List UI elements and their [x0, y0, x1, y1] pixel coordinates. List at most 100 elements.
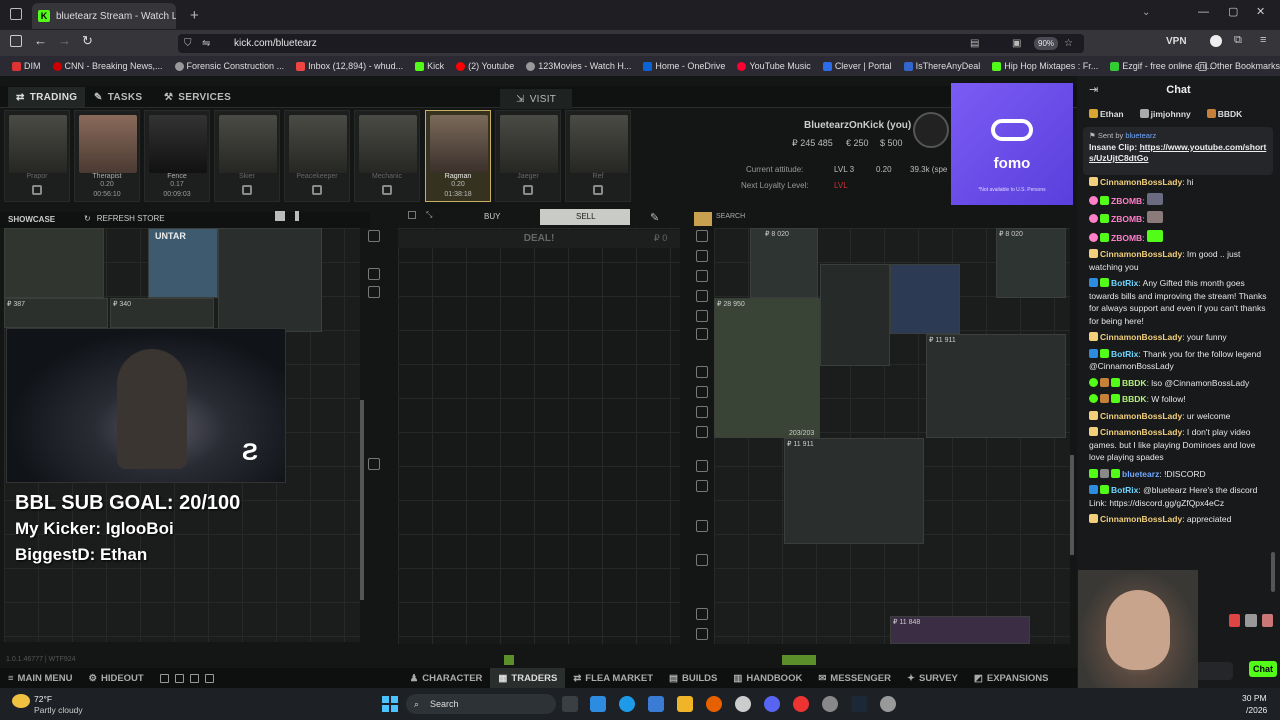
filter-gear-icon[interactable]: [368, 286, 380, 298]
helmet-item[interactable]: ₽ 387: [4, 298, 108, 328]
buy-tab[interactable]: BUY: [484, 212, 500, 221]
player-icon[interactable]: [174, 673, 184, 683]
handbook-button[interactable]: ▥ HANDBOOK: [725, 668, 810, 688]
tab-list-icon[interactable]: [10, 8, 22, 20]
wrench-icon[interactable]: ✎: [650, 211, 659, 224]
filter-container-icon[interactable]: [696, 460, 708, 472]
filter-doc-icon[interactable]: [368, 458, 380, 470]
filter-weapon-icon[interactable]: [696, 250, 708, 262]
chest-rig-item[interactable]: ₽ 11 911: [926, 334, 1066, 438]
gifter[interactable]: jimjohnny: [1139, 109, 1191, 119]
main-menu-button[interactable]: ≡ MAIN MENU: [0, 668, 80, 688]
flea-market-button[interactable]: ⇄ FLEA MARKET: [565, 668, 661, 688]
copilot-icon[interactable]: [590, 696, 606, 712]
permissions-icon[interactable]: ⇋: [202, 34, 210, 53]
expansions-button[interactable]: ◩ EXPANSIONS: [966, 668, 1057, 688]
refresh-store-button[interactable]: ↻ REFRESH STORE: [84, 214, 165, 223]
zoom-level[interactable]: 90%: [1034, 37, 1059, 50]
armor-vest-item[interactable]: ₽ 28 950 203/203: [714, 298, 820, 438]
app-icon[interactable]: [822, 696, 838, 712]
messenger-button[interactable]: ✉ MESSENGER: [810, 668, 899, 688]
deal-button[interactable]: DEAL!: [398, 230, 680, 248]
filter-sight-icon[interactable]: [696, 426, 708, 438]
filter-knife-icon[interactable]: [696, 270, 708, 282]
bookmarks-overflow-icon[interactable]: »: [1180, 60, 1185, 70]
bookmark-item[interactable]: Hip Hop Mixtapes : Fr...: [992, 61, 1098, 71]
rig-item[interactable]: [218, 228, 322, 332]
bookmark-item[interactable]: (2) Youtube: [456, 61, 514, 71]
chat-send-button[interactable]: Chat: [1249, 661, 1277, 677]
trader-card-therapist[interactable]: Therapist 0.20 00:56:10: [74, 110, 140, 202]
bag-item[interactable]: ₽ 340: [110, 298, 214, 328]
url-input[interactable]: ⛉ ⇋ kick.com/bluetearz ▤ ▣ 90% ☆: [178, 34, 1084, 53]
deal-area[interactable]: [398, 228, 680, 644]
discord-icon[interactable]: [764, 696, 780, 712]
trader-card-skier[interactable]: Skier: [214, 110, 280, 202]
taskbar-search[interactable]: ⌕ Search: [406, 694, 556, 714]
filter-gear-icon[interactable]: [696, 310, 708, 322]
taskbar-time[interactable]: 30 PM: [1242, 693, 1267, 703]
bookmark-item[interactable]: YouTube Music: [737, 61, 811, 71]
stash-search-icon[interactable]: [694, 212, 712, 226]
bookmark-item[interactable]: Clever | Portal: [822, 61, 892, 71]
builds-button[interactable]: ▤ BUILDS: [661, 668, 725, 688]
list-view-icon[interactable]: [295, 211, 299, 221]
emote-icon[interactable]: [1245, 614, 1257, 627]
youtube-icon[interactable]: [793, 696, 809, 712]
filter-all-icon[interactable]: [368, 230, 380, 242]
survey-button[interactable]: ✦ SURVEY: [899, 668, 966, 688]
firefox-icon[interactable]: [706, 696, 722, 712]
extensions-puzzle-icon[interactable]: ⧉: [1234, 34, 1242, 47]
gifter[interactable]: BBDK: [1206, 109, 1242, 119]
reload-icon[interactable]: ↻: [82, 33, 93, 49]
back-icon[interactable]: ←: [34, 33, 47, 48]
bookmark-item[interactable]: Home - OneDrive: [643, 61, 725, 71]
sell-tab[interactable]: SELL: [540, 209, 630, 225]
checkbox-icon[interactable]: [408, 211, 416, 219]
picture-in-picture-icon[interactable]: ▣: [1012, 34, 1021, 53]
filter-swap-icon[interactable]: [368, 268, 380, 280]
search-input[interactable]: SEARCH: [716, 213, 745, 220]
bookmark-item[interactable]: Kick: [415, 61, 444, 71]
trader-card-mechanic[interactable]: Mechanic: [354, 110, 420, 202]
file-explorer-icon[interactable]: [677, 696, 693, 712]
bookmark-item[interactable]: DIM: [12, 61, 41, 71]
add-icon[interactable]: [189, 673, 199, 683]
tab-overflow-chevron-icon[interactable]: ⌄: [1142, 7, 1150, 18]
trader-card-fence[interactable]: Fence 0.17 00:09:03: [144, 110, 210, 202]
weather-desc[interactable]: Partly cloudy: [34, 705, 83, 715]
filter-pin-icon[interactable]: [696, 608, 708, 620]
app-icon[interactable]: [735, 696, 751, 712]
filter-all-icon[interactable]: [696, 230, 708, 242]
windows-start-icon[interactable]: [382, 696, 398, 712]
showcase-scrollbar[interactable]: [360, 400, 364, 600]
hideout-button[interactable]: ⚙ HIDEOUT: [80, 668, 151, 688]
emote-icon[interactable]: [1229, 614, 1241, 627]
store-icon[interactable]: [648, 696, 664, 712]
new-tab-icon[interactable]: +: [190, 7, 199, 24]
minimize-icon[interactable]: —: [1198, 6, 1209, 18]
reader-view-icon[interactable]: ▤: [970, 34, 979, 53]
visit-button[interactable]: ⇲ VISIT: [500, 89, 573, 109]
filter-mods-icon[interactable]: [696, 366, 708, 378]
tab-services[interactable]: ⚒ SERVICES: [164, 87, 231, 107]
tab-tasks[interactable]: ✎ TASKS: [94, 87, 142, 107]
armor-vest-item[interactable]: [4, 228, 104, 298]
add-icon[interactable]: [204, 673, 214, 683]
gas-mask-item[interactable]: ₽ 8 020: [750, 228, 818, 298]
vpn-button[interactable]: VPN: [1166, 36, 1187, 47]
forward-icon[interactable]: →: [58, 33, 71, 48]
stash-scrollbar[interactable]: [1070, 455, 1074, 555]
filter-food-icon[interactable]: [696, 480, 708, 492]
grid-view-icon[interactable]: [275, 211, 285, 221]
filter-key-icon[interactable]: [696, 520, 708, 532]
trader-card-ref[interactable]: Ref: [565, 110, 631, 202]
chest-rig-item[interactable]: ₽ 11 911: [784, 438, 924, 544]
tab-trading[interactable]: ⇄ TRADING: [8, 87, 86, 107]
jerrycan-item[interactable]: [820, 264, 890, 366]
fomo-ad[interactable]: fomo *Not available to U.S. Persons: [951, 83, 1073, 205]
character-button[interactable]: ♟ CHARACTER: [402, 668, 491, 688]
menu-icon[interactable]: ≡: [1260, 34, 1266, 46]
task-view-icon[interactable]: [562, 696, 578, 712]
filter-ammo-icon[interactable]: [696, 290, 708, 302]
